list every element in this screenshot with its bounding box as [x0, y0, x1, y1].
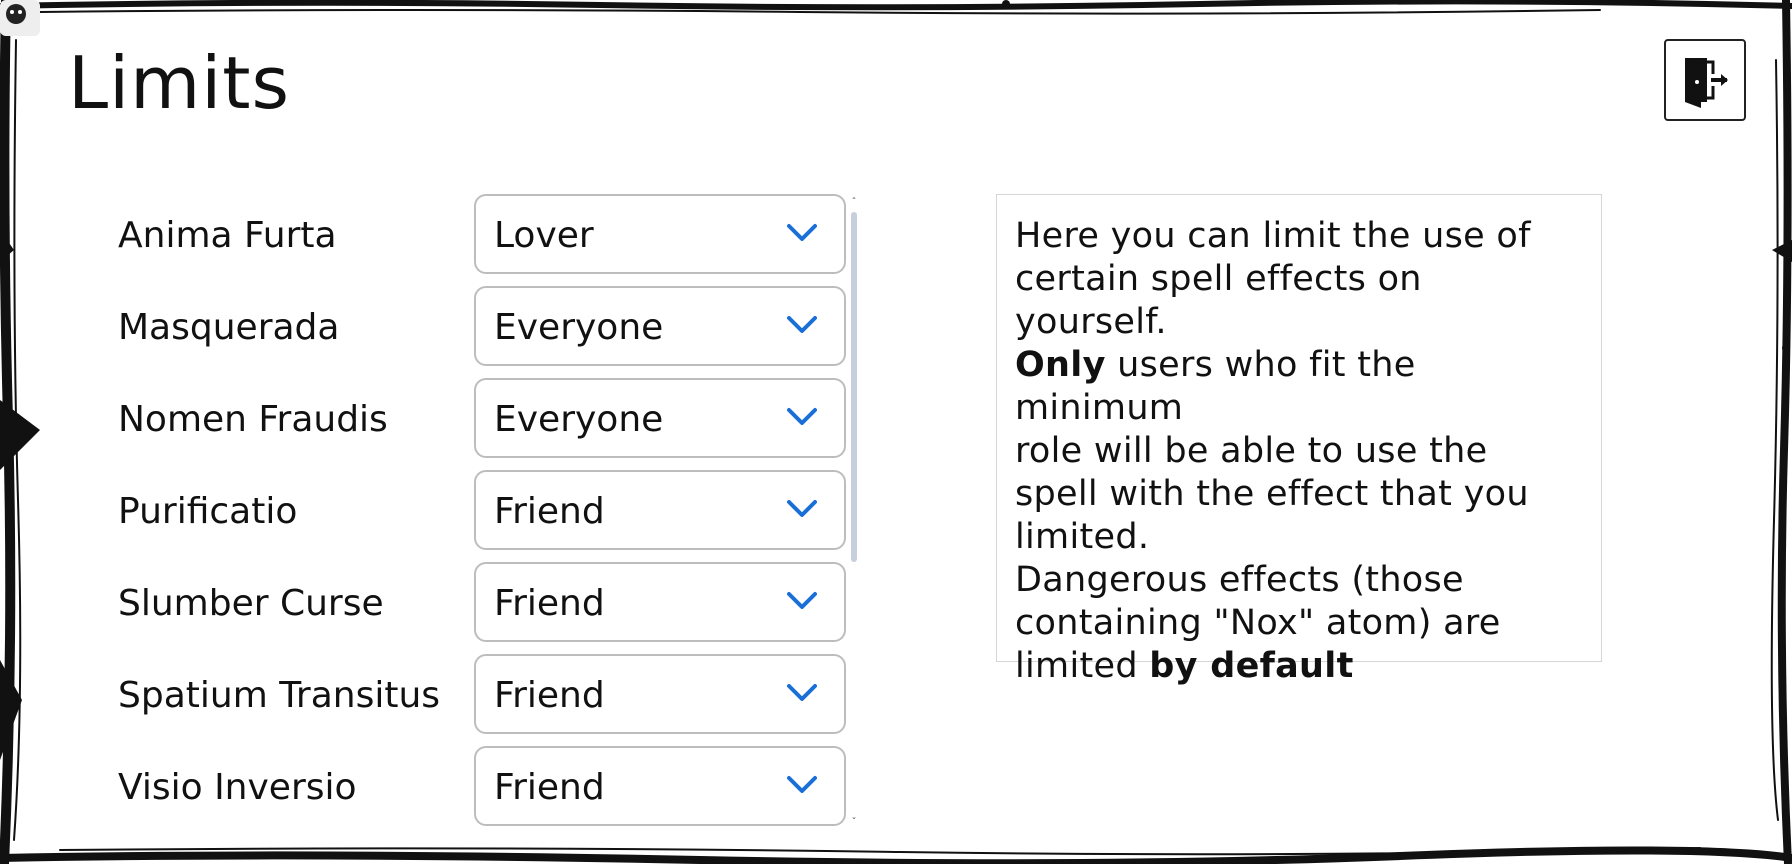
info-text: Here you can limit the use of: [1015, 216, 1531, 256]
role-select-value: Friend: [494, 491, 605, 532]
info-text: role will be able to use the: [1015, 431, 1488, 471]
info-text-line: limited by default: [1015, 645, 1583, 688]
info-panel: Here you can limit the use of certain sp…: [996, 194, 1602, 686]
door-exit-icon: [1685, 58, 1728, 108]
setting-row-nomen-fraudis: Nomen Fraudis Everyone: [104, 378, 864, 470]
info-text: yourself.: [1015, 302, 1167, 342]
info-emphasis: Only: [1015, 345, 1106, 385]
setting-label: Spatium Transitus: [118, 675, 441, 716]
chevron-down-icon: [787, 224, 817, 241]
setting-label: Visio Inversio: [118, 767, 357, 808]
role-select-anima-furta[interactable]: Lover: [474, 194, 846, 274]
setting-label: Masquerada: [118, 307, 340, 348]
chevron-down-icon: [787, 592, 817, 609]
list-scrollbar[interactable]: ˆ ˇ: [848, 198, 860, 828]
info-text: limited: [1015, 646, 1150, 686]
info-text: certain spell effects on: [1015, 259, 1422, 299]
role-select-purificatio[interactable]: Friend: [474, 470, 846, 550]
setting-row-purificatio: Purificatio Friend: [104, 470, 864, 562]
role-select-masquerada[interactable]: Everyone: [474, 286, 846, 366]
info-text: limited.: [1015, 517, 1150, 557]
setting-label: Purificatio: [118, 491, 298, 532]
setting-row-masquerada: Masquerada Everyone: [104, 286, 864, 378]
role-select-nomen-fraudis[interactable]: Everyone: [474, 378, 846, 458]
chevron-down-icon: [787, 316, 817, 333]
setting-row-anima-furta: Anima Furta Lover: [104, 194, 864, 286]
role-select-value: Friend: [494, 767, 605, 808]
setting-row-slumber-curse: Slumber Curse Friend: [104, 562, 864, 654]
chevron-down-icon: [787, 408, 817, 425]
scroll-up-arrow-icon[interactable]: ˆ: [848, 198, 860, 208]
role-select-value: Lover: [494, 215, 594, 256]
info-text-line: Only users who fit the minimum: [1015, 344, 1583, 430]
role-select-value: Friend: [494, 675, 605, 716]
info-text: containing "Nox" atom) are: [1015, 603, 1501, 643]
exit-button[interactable]: [1664, 39, 1746, 121]
role-select-spatium-transitus[interactable]: Friend: [474, 654, 846, 734]
setting-row-visio-inversio: Visio Inversio Friend: [104, 746, 864, 826]
chevron-down-icon: [787, 500, 817, 517]
setting-label: Anima Furta: [118, 215, 337, 256]
info-text: Dangerous effects (those: [1015, 560, 1464, 600]
setting-label: Nomen Fraudis: [118, 399, 388, 440]
role-select-value: Friend: [494, 583, 605, 624]
chevron-down-icon: [787, 684, 817, 701]
role-select-value: Everyone: [494, 399, 664, 440]
spell-limits-list: Anima Furta Lover Masquerada Everyone No…: [104, 194, 864, 826]
setting-label: Slumber Curse: [118, 583, 384, 624]
info-emphasis: by default: [1149, 646, 1354, 686]
info-text: spell with the effect that you: [1015, 474, 1529, 514]
scroll-down-arrow-icon[interactable]: ˇ: [848, 818, 860, 828]
page-title: Limits: [68, 41, 290, 125]
scroll-thumb[interactable]: [851, 212, 857, 562]
role-select-value: Everyone: [494, 307, 664, 348]
setting-row-spatium-transitus: Spatium Transitus Friend: [104, 654, 864, 746]
role-select-slumber-curse[interactable]: Friend: [474, 562, 846, 642]
chevron-down-icon: [787, 776, 817, 793]
role-select-visio-inversio[interactable]: Friend: [474, 746, 846, 826]
